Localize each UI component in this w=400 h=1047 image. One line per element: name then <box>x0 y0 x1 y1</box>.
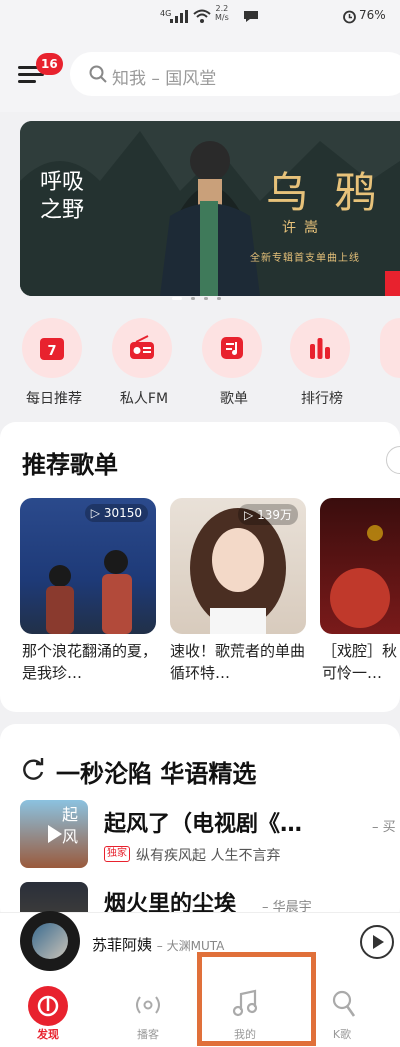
battery-level: 76% <box>359 8 386 22</box>
album-disc[interactable] <box>20 911 80 971</box>
now-playing-artist: – 大渊MUTA <box>156 939 225 953</box>
banner-tagline: 全新专辑首支单曲上线 <box>250 253 360 264</box>
highlight-box <box>197 952 316 1046</box>
play-count: ▷ 139万 <box>238 504 298 525</box>
search-placeholder: 知我 – 国风堂 <box>112 69 217 89</box>
ranking-label: 排行榜 <box>301 391 343 407</box>
playlist-title: 速收！歌荒者的单曲循环特… <box>170 642 306 682</box>
calendar-icon: 7 <box>40 338 64 360</box>
signal-icon <box>170 10 188 23</box>
private-fm-button[interactable] <box>112 318 176 378</box>
ranking-button[interactable] <box>290 318 354 378</box>
chart-icon <box>310 338 330 359</box>
song-artist: – 买 <box>372 820 396 835</box>
playlist-icon <box>221 337 243 359</box>
playlist-card[interactable] <box>320 498 400 634</box>
playlist-title: 那个浪花翻涌的夏，是我珍… <box>22 642 158 682</box>
tab-discover[interactable]: 发现 <box>8 974 88 1047</box>
playlist-card[interactable]: ▷ 30150 <box>20 498 156 634</box>
podcast-icon <box>136 996 160 1014</box>
notification-badge: 16 <box>36 53 63 75</box>
section-title-recommended: 推荐歌单 <box>22 451 118 479</box>
network-speed: 2.2 M/s <box>215 4 229 22</box>
playlist-label: 歌单 <box>220 391 248 407</box>
play-icon <box>373 935 384 949</box>
banner-left-title: 呼吸之野 <box>40 170 85 223</box>
playlist-card[interactable]: ▷ 139万 <box>170 498 306 634</box>
karaoke-mic-icon <box>332 990 356 1017</box>
wifi-icon <box>193 9 211 23</box>
playlist-cover <box>330 525 390 628</box>
alarm-icon <box>343 10 356 24</box>
tab-label: 发现 <box>37 1028 59 1041</box>
search-input[interactable]: 知我 – 国风堂 <box>70 52 400 96</box>
song-title[interactable]: 起风了（电视剧《… <box>104 806 302 838</box>
tab-podcast[interactable]: 播客 <box>108 974 188 1047</box>
banner-indicator <box>172 285 222 304</box>
daily-recommend-label: 每日推荐 <box>26 391 82 407</box>
song-cover[interactable]: 起风 <box>20 800 88 868</box>
section-title-songs: 一秒沦陷 华语精选 <box>56 760 257 788</box>
radio-icon <box>130 335 154 359</box>
daily-recommend-button[interactable]: 7 <box>22 318 86 378</box>
more-entry-button[interactable] <box>380 318 400 378</box>
song-cover[interactable] <box>20 882 88 912</box>
playlist-button[interactable] <box>202 318 266 378</box>
playlist-title: ［戏腔］秋 可怜一… <box>322 642 398 682</box>
play-icon <box>48 825 62 843</box>
play-count: ▷ 30150 <box>84 504 148 522</box>
exclusive-badge: 独家 <box>104 846 130 862</box>
play-button[interactable] <box>360 925 394 959</box>
song-subtitle: 纵有疾风起 人生不言弃 <box>136 848 281 864</box>
refresh-icon[interactable] <box>22 758 46 782</box>
svg-text:7: 7 <box>47 344 56 359</box>
message-icon <box>244 11 258 22</box>
search-icon <box>89 65 107 83</box>
banner-right-title: 乌鸦 <box>266 168 400 217</box>
tab-label: 播客 <box>137 1028 159 1041</box>
private-fm-label: 私人FM <box>119 391 169 407</box>
top-bar: 16 知我 – 国风堂 <box>0 36 400 112</box>
banner-artist: 许嵩 <box>282 220 326 236</box>
netease-logo-icon <box>28 986 68 1026</box>
promo-banner[interactable]: 呼吸之野 乌鸦 许嵩 全新专辑首支单曲上线 <box>20 121 400 296</box>
status-bar: 4G 2.2 M/s 76% <box>0 0 400 36</box>
